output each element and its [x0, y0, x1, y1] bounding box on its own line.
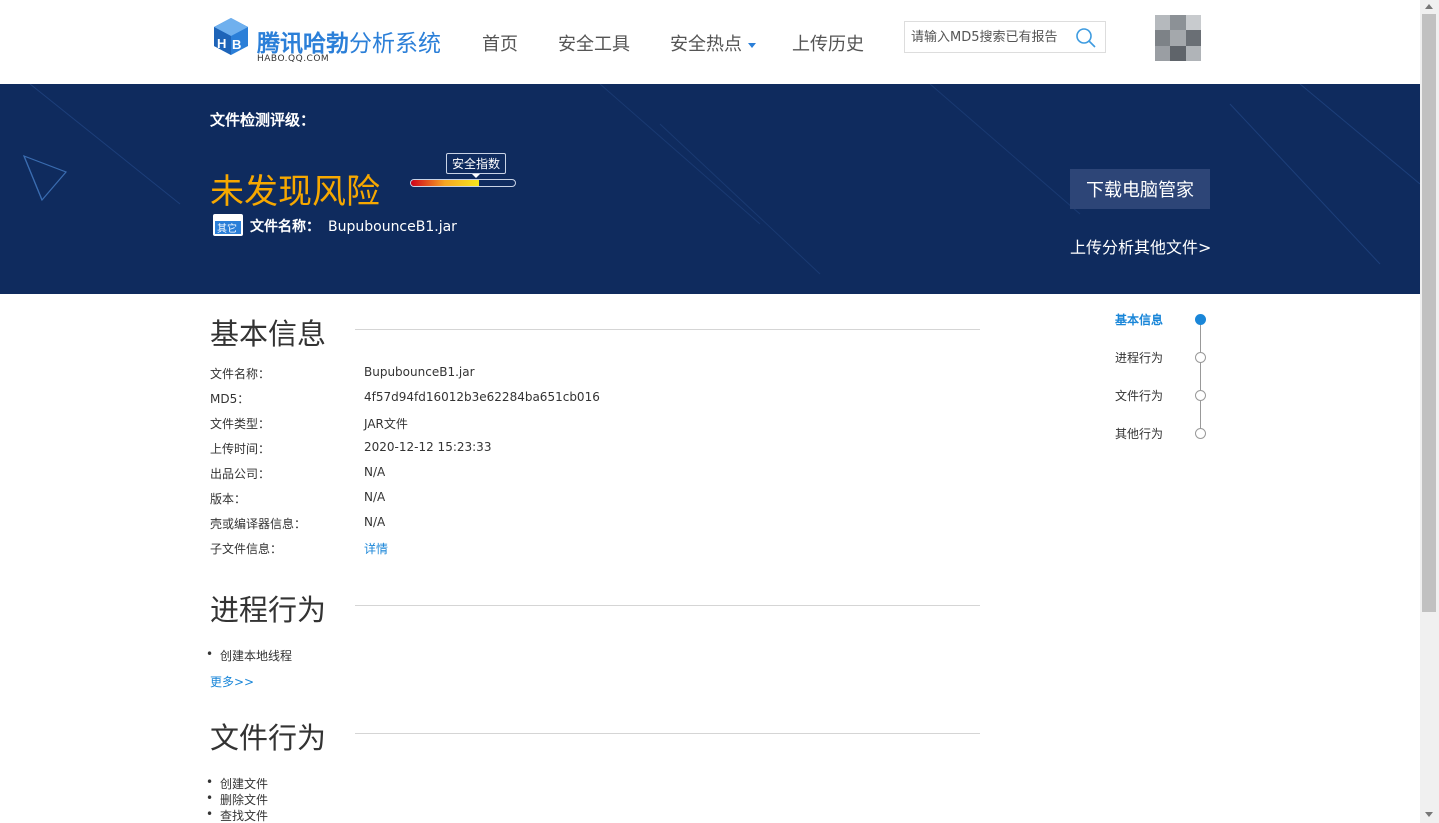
file-type-icon: 其它: [213, 214, 243, 236]
info-value-version: N/A: [364, 490, 386, 504]
info-label: 子文件信息：: [210, 542, 283, 556]
info-value-file-type: JAR文件: [364, 417, 408, 431]
scroll-up-arrow-icon[interactable]: [1425, 4, 1433, 9]
safety-index-bar: [410, 179, 516, 187]
safety-index-fill: [411, 180, 479, 186]
side-nav-dot[interactable]: [1195, 352, 1206, 363]
nav-security-hotspots-label: 安全热点: [670, 34, 742, 55]
verdict-text: 未发现风险: [210, 172, 380, 212]
list-item: 创建文件: [206, 775, 268, 792]
scroll-thumb[interactable]: [1422, 14, 1436, 612]
search-icon[interactable]: [1075, 27, 1097, 49]
info-label: 文件名称：: [210, 367, 271, 381]
sub-file-details-link[interactable]: 详情: [364, 540, 388, 557]
info-label: 上传时间：: [210, 442, 271, 456]
habo-logo[interactable]: H B 腾讯哈勃分析系统 HABO.QQ.COM: [211, 16, 451, 66]
page-scrollbar[interactable]: [1420, 0, 1439, 823]
info-label: MD5：: [210, 392, 250, 406]
section-title-basic-info: 基本信息: [210, 317, 327, 351]
side-nav-basic-info[interactable]: 基本信息: [1115, 311, 1163, 328]
side-nav-process[interactable]: 进程行为: [1115, 349, 1163, 366]
side-nav-dot[interactable]: [1195, 390, 1206, 401]
info-value-company: N/A: [364, 465, 386, 479]
section-divider: [355, 329, 980, 330]
logo-subtitle: HABO.QQ.COM: [257, 54, 330, 64]
upload-other-files-link[interactable]: 上传分析其他文件>: [1070, 234, 1211, 258]
file-name-label: 文件名称：: [250, 219, 320, 235]
section-divider: [355, 605, 980, 606]
rating-label: 文件检测评级：: [210, 111, 316, 129]
download-pc-manager-button[interactable]: 下载电脑管家: [1070, 169, 1210, 209]
side-nav-track: [1200, 320, 1201, 433]
section-title-file-behavior: 文件行为: [210, 721, 327, 755]
list-item: 创建本地线程: [206, 647, 292, 664]
info-label: 壳或编译器信息：: [210, 517, 307, 531]
section-title-process: 进程行为: [210, 593, 327, 627]
side-nav-dot[interactable]: [1195, 428, 1206, 439]
nav-home[interactable]: 首页: [482, 30, 518, 56]
avatar[interactable]: [1155, 15, 1201, 61]
info-value-packer: N/A: [364, 515, 386, 529]
result-banner: 文件检测评级： 未发现风险 安全指数 其它 文件名称： BupubounceB1.…: [0, 84, 1420, 294]
logo-title: 腾讯哈勃分析系统: [257, 31, 441, 57]
nav-upload-history[interactable]: 上传历史: [792, 30, 864, 56]
side-nav-file[interactable]: 文件行为: [1115, 387, 1163, 404]
nav-security-hotspots[interactable]: 安全热点: [670, 30, 756, 56]
info-label: 版本：: [210, 492, 247, 506]
side-nav-dot-active[interactable]: [1195, 314, 1206, 325]
scroll-down-arrow-icon[interactable]: [1425, 812, 1433, 817]
info-value-md5: 4f57d94fd16012b3e62284ba651cb016: [364, 390, 600, 404]
info-value-upload-time: 2020-12-12 15:23:33: [364, 440, 492, 454]
search-input[interactable]: [905, 22, 1071, 52]
file-name-value: BupubounceB1.jar: [328, 219, 457, 235]
cube-logo-icon: H B: [214, 18, 248, 55]
process-more-link[interactable]: 更多>>: [210, 673, 254, 690]
file-name-line: 文件名称： BupubounceB1.jar: [250, 216, 457, 236]
svg-text:B: B: [232, 37, 241, 52]
dropdown-caret-icon: [748, 42, 756, 48]
svg-text:H: H: [217, 36, 226, 51]
search-box: [904, 21, 1106, 53]
info-label: 出品公司：: [210, 467, 271, 481]
info-value-file-name: BupubounceB1.jar: [364, 365, 475, 379]
list-item: 删除文件: [206, 791, 268, 808]
nav-security-tools[interactable]: 安全工具: [558, 30, 630, 56]
safety-index-tag: 安全指数: [446, 153, 507, 178]
file-type-icon-text: 其它: [217, 222, 237, 235]
top-header: H B 腾讯哈勃分析系统 HABO.QQ.COM 首页 安全工具 安全热点 上传…: [0, 0, 1420, 84]
list-item: 查找文件: [206, 807, 268, 823]
section-divider: [355, 733, 980, 734]
side-nav-other[interactable]: 其他行为: [1115, 425, 1163, 442]
info-label: 文件类型：: [210, 417, 271, 431]
